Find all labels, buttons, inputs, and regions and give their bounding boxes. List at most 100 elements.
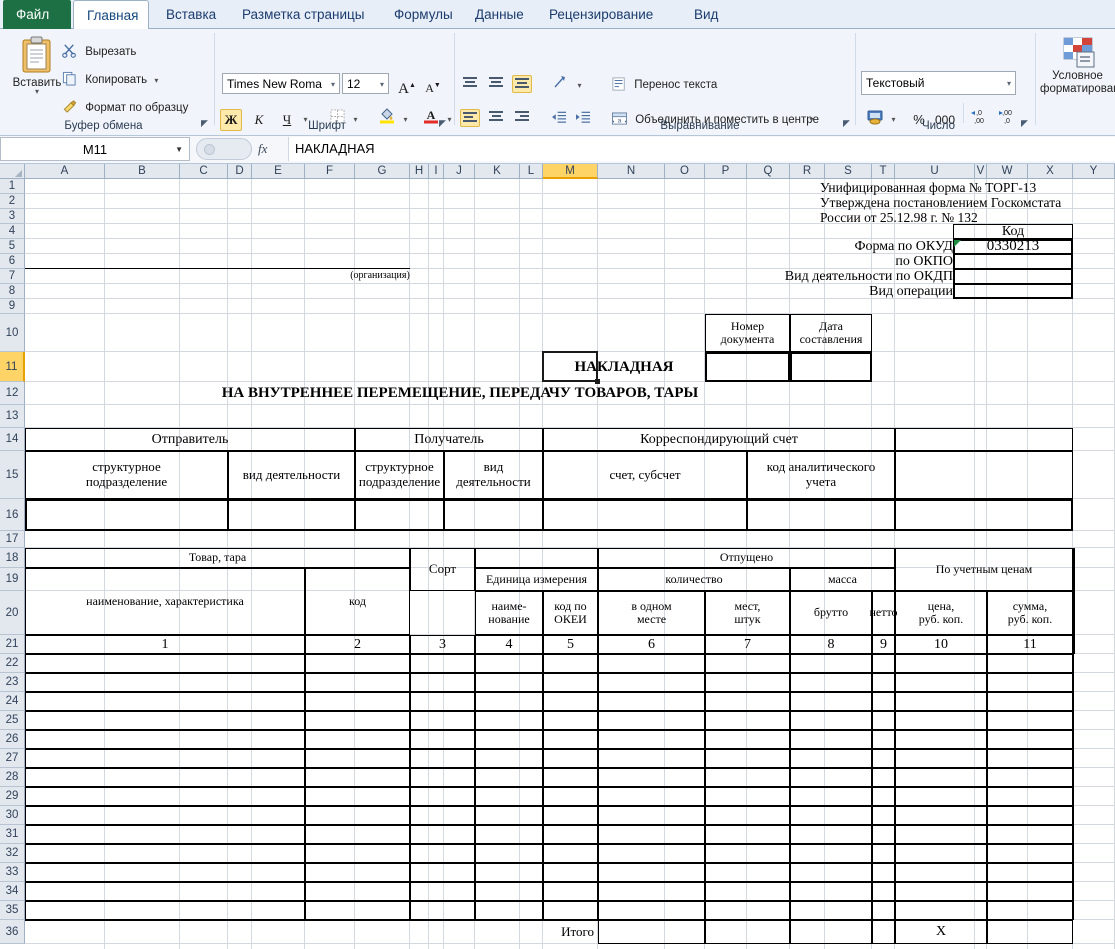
chevron-down-icon[interactable]: ▾ <box>1007 72 1011 95</box>
chevron-down-icon[interactable]: ▾ <box>574 75 585 97</box>
goods-body-cell[interactable] <box>543 806 598 825</box>
goods-body-cell[interactable] <box>305 844 410 863</box>
goods-body-cell[interactable] <box>872 863 895 882</box>
goods-body-cell[interactable] <box>598 844 705 863</box>
tab-data[interactable]: Данные <box>462 0 530 29</box>
goods-body-cell[interactable] <box>872 768 895 787</box>
parties-value-2[interactable] <box>228 499 355 531</box>
column-header-H[interactable]: H <box>410 164 429 179</box>
goods-body-cell[interactable] <box>305 768 410 787</box>
goods-body-cell[interactable] <box>410 711 475 730</box>
goods-body-cell[interactable] <box>543 825 598 844</box>
goods-body-cell[interactable] <box>598 787 705 806</box>
goods-body-cell[interactable] <box>987 749 1073 768</box>
goods-body-cell[interactable] <box>872 692 895 711</box>
decrease-font-size-button[interactable]: A▼ <box>422 74 444 96</box>
column-header-J[interactable]: J <box>444 164 475 179</box>
goods-body-cell[interactable] <box>598 692 705 711</box>
parties-value-3[interactable] <box>355 499 444 531</box>
tab-view[interactable]: Вид <box>681 0 727 29</box>
chevron-down-icon[interactable]: ▾ <box>380 74 384 94</box>
goods-body-cell[interactable] <box>987 768 1073 787</box>
row-header-29[interactable]: 29 <box>0 787 25 806</box>
goods-body-cell[interactable] <box>475 863 543 882</box>
goods-body-cell[interactable] <box>543 787 598 806</box>
goods-body-cell[interactable] <box>895 692 987 711</box>
doc-date-value[interactable] <box>790 352 872 382</box>
goods-body-cell[interactable] <box>410 825 475 844</box>
goods-body-cell[interactable] <box>598 768 705 787</box>
column-header-S[interactable]: S <box>825 164 872 179</box>
goods-body-cell[interactable] <box>598 882 705 901</box>
goods-body-cell[interactable] <box>872 844 895 863</box>
align-bottom-button[interactable] <box>512 75 532 93</box>
tab-home[interactable]: Главная <box>73 0 149 30</box>
goods-body-cell[interactable] <box>987 673 1073 692</box>
goods-body-cell[interactable] <box>895 806 987 825</box>
goods-body-cell[interactable] <box>895 673 987 692</box>
goods-body-cell[interactable] <box>705 692 790 711</box>
row-header-15[interactable]: 15 <box>0 451 25 499</box>
goods-body-cell[interactable] <box>790 844 872 863</box>
row-header-5[interactable]: 5 <box>0 239 25 254</box>
row-header-7[interactable]: 7 <box>0 269 25 284</box>
goods-body-cell[interactable] <box>475 844 543 863</box>
name-box[interactable]: M11 ▼ <box>0 137 190 161</box>
goods-body-cell[interactable] <box>410 749 475 768</box>
goods-body-cell[interactable] <box>705 654 790 673</box>
row-header-34[interactable]: 34 <box>0 882 25 901</box>
goods-body-cell[interactable] <box>790 901 872 920</box>
goods-body-cell[interactable] <box>410 844 475 863</box>
goods-body-cell[interactable] <box>305 654 410 673</box>
column-header-Q[interactable]: Q <box>747 164 790 179</box>
goods-body-cell[interactable] <box>790 787 872 806</box>
column-header-X[interactable]: X <box>1028 164 1073 179</box>
number-dialog-launcher[interactable]: ◤ <box>1019 118 1030 129</box>
goods-body-cell[interactable] <box>705 863 790 882</box>
goods-body-cell[interactable] <box>25 654 305 673</box>
row-header-23[interactable]: 23 <box>0 673 25 692</box>
font-name-combo[interactable]: Times New Roma ▾ <box>222 73 340 94</box>
goods-body-cell[interactable] <box>895 825 987 844</box>
goods-body-cell[interactable] <box>410 882 475 901</box>
row-header-28[interactable]: 28 <box>0 768 25 787</box>
column-header-V[interactable]: V <box>975 164 987 179</box>
column-header-M[interactable]: M <box>543 164 598 179</box>
tab-page-layout[interactable]: Разметка страницы <box>229 0 373 29</box>
goods-body-cell[interactable] <box>872 806 895 825</box>
row-header-32[interactable]: 32 <box>0 844 25 863</box>
goods-body-cell[interactable] <box>410 863 475 882</box>
goods-body-cell[interactable] <box>895 844 987 863</box>
goods-body-cell[interactable] <box>475 806 543 825</box>
goods-body-cell[interactable] <box>872 749 895 768</box>
goods-body-cell[interactable] <box>598 863 705 882</box>
goods-body-cell[interactable] <box>705 882 790 901</box>
row-header-36[interactable]: 36 <box>0 920 25 944</box>
goods-body-cell[interactable] <box>598 673 705 692</box>
goods-body-cell[interactable] <box>410 806 475 825</box>
column-header-N[interactable]: N <box>598 164 665 179</box>
goods-body-cell[interactable] <box>705 749 790 768</box>
goods-body-cell[interactable] <box>25 844 305 863</box>
goods-body-cell[interactable] <box>705 825 790 844</box>
chevron-down-icon[interactable]: ▾ <box>331 74 335 94</box>
column-header-E[interactable]: E <box>252 164 305 179</box>
paste-button[interactable]: Вставить ▾ <box>6 35 68 95</box>
number-format-combo[interactable]: Текстовый ▾ <box>861 71 1016 95</box>
alignment-dialog-launcher[interactable]: ◤ <box>841 118 852 129</box>
row-header-11[interactable]: 11 <box>0 352 25 382</box>
clipboard-dialog-launcher[interactable]: ◤ <box>199 118 210 129</box>
goods-body-cell[interactable] <box>543 654 598 673</box>
row-header-14[interactable]: 14 <box>0 428 25 451</box>
orientation-button[interactable] <box>550 74 572 96</box>
goods-body-cell[interactable] <box>543 749 598 768</box>
tab-insert[interactable]: Вставка <box>153 0 219 29</box>
column-header-B[interactable]: B <box>105 164 180 179</box>
goods-body-cell[interactable] <box>872 730 895 749</box>
row-header-2[interactable]: 2 <box>0 194 25 209</box>
tab-file[interactable]: Файл <box>3 0 71 29</box>
goods-body-cell[interactable] <box>790 749 872 768</box>
goods-body-cell[interactable] <box>475 882 543 901</box>
row-header-35[interactable]: 35 <box>0 901 25 920</box>
goods-body-cell[interactable] <box>25 901 305 920</box>
